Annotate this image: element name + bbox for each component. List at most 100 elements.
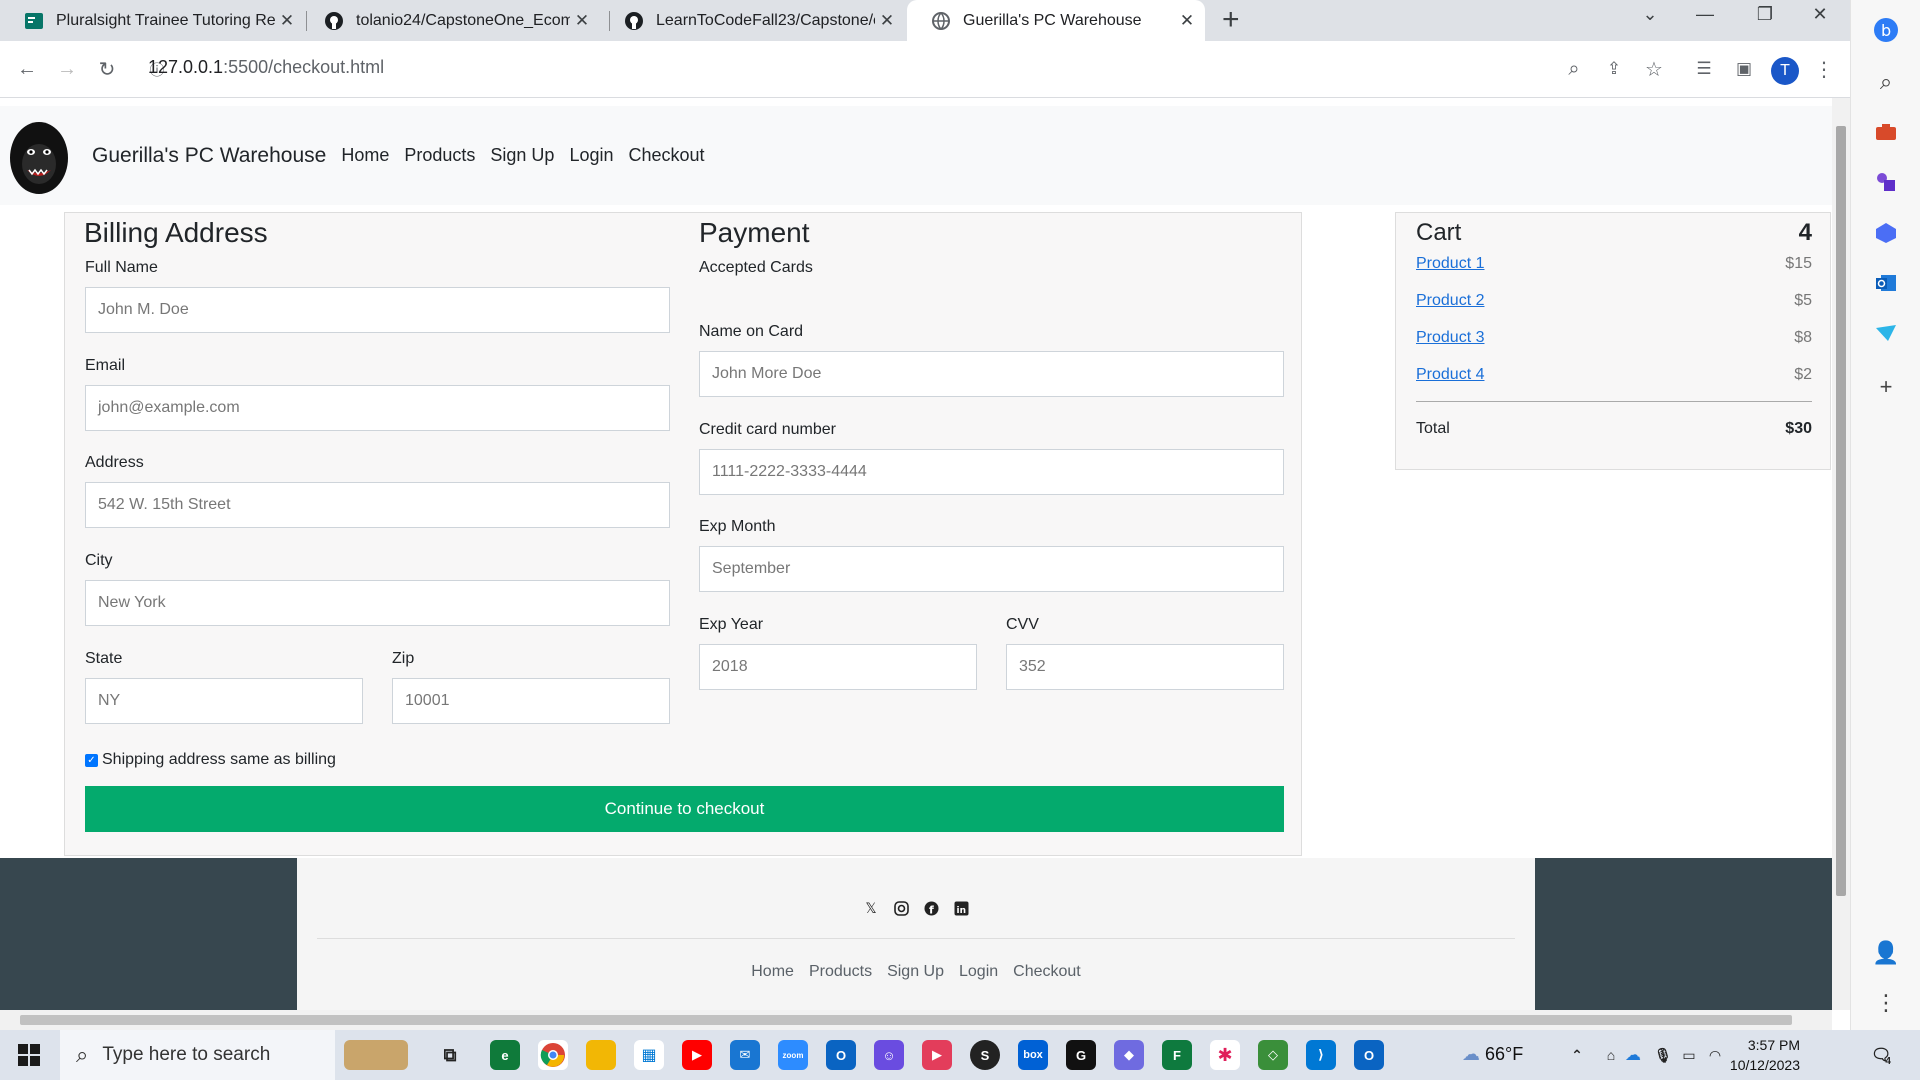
taskbar-search[interactable]: ⌕ Type here to search [60,1030,335,1080]
cvv-input[interactable]: 352 [1006,644,1284,690]
shipping-same-checkbox[interactable]: ✓ Shipping address same as billing [85,751,336,769]
send-icon[interactable] [1871,318,1901,348]
nav-signup[interactable]: Sign Up [490,145,554,166]
linkedin-icon[interactable]: in [953,900,969,916]
nav-products[interactable]: Products [404,145,475,166]
back-arrow-icon[interactable]: ← [13,55,41,83]
outlook-icon[interactable]: O [826,1040,856,1070]
menu-kebab-icon[interactable]: ⋮ [1810,55,1838,83]
card-number-input[interactable]: 1111-2222-3333-4444 [699,449,1284,495]
tools-icon[interactable] [1871,117,1901,147]
add-icon[interactable]: + [1871,372,1901,402]
minimize-button[interactable]: — [1685,4,1725,25]
continue-to-checkout-button[interactable]: Continue to checkout [85,786,1284,832]
name-on-card-input[interactable]: John More Doe [699,351,1284,397]
tab-pluralsight[interactable]: Pluralsight Trainee Tutoring Req ✕ [0,0,305,41]
new-tab-button[interactable]: + [1222,4,1240,36]
footer-link-checkout[interactable]: Checkout [1013,963,1081,981]
restore-button[interactable]: ❐ [1745,4,1785,25]
youtube-icon[interactable]: ▶ [682,1040,712,1070]
git-icon[interactable]: ◇ [1258,1040,1288,1070]
cart-item-link[interactable]: Product 2 [1416,292,1484,310]
zoom-icon[interactable]: zoom [778,1040,808,1070]
mail-icon[interactable]: ✉ [730,1040,760,1070]
exp-month-input[interactable]: September [699,546,1284,592]
footer-link-products[interactable]: Products [809,963,872,981]
email-input[interactable]: john@example.com [85,385,670,431]
nav-home[interactable]: Home [341,145,389,166]
full-name-input[interactable]: John M. Doe [85,287,670,333]
address-input[interactable]: 542 W. 15th Street [85,482,670,528]
cart-item-link[interactable]: Product 4 [1416,366,1484,384]
notifications-icon[interactable]: 🗨 4 [1866,1040,1896,1070]
news-widget-icon[interactable] [344,1040,408,1070]
instagram-icon[interactable] [893,900,909,916]
close-icon[interactable]: ✕ [570,11,594,31]
footer-link-login[interactable]: Login [959,963,998,981]
city-input[interactable]: New York [85,580,670,626]
skype-s-icon[interactable]: S [970,1040,1000,1070]
tab-guerillas[interactable]: Guerilla's PC Warehouse ✕ [907,0,1205,41]
store-icon[interactable]: ▦ [634,1040,664,1070]
reading-list-icon[interactable]: ☰ [1690,55,1718,83]
box-icon[interactable]: box [1018,1040,1048,1070]
outlook-icon[interactable] [1871,268,1901,298]
weather-widget[interactable]: ☁ 66°F [1462,1044,1523,1065]
system-clock[interactable]: 3:57 PM 10/12/2023 [1724,1035,1800,1075]
horizontal-scrollbar[interactable] [0,1010,1832,1030]
task-view-icon[interactable]: ⧉ [435,1040,465,1070]
office-icon[interactable] [1871,218,1901,248]
windows-start-icon[interactable] [14,1040,44,1070]
media-player-icon[interactable]: ▶ [922,1040,952,1070]
slack-icon[interactable]: ✱ [1210,1040,1240,1070]
state-input[interactable]: NY [85,678,363,724]
tab-capstoneone[interactable]: tolanio24/CapstoneOne_Ecomm ✕ [300,0,600,41]
scrollbar-thumb[interactable] [20,1015,1792,1025]
scrollbar-thumb[interactable] [1836,126,1846,896]
g-app-icon[interactable]: G [1066,1040,1096,1070]
reload-icon[interactable]: ↻ [93,55,121,83]
site-brand[interactable]: Guerilla's PC Warehouse [92,144,326,168]
zip-input[interactable]: 10001 [392,678,670,724]
share-icon[interactable]: ⇪ [1600,55,1628,83]
file-explorer-icon[interactable] [586,1040,616,1070]
settings-kebab-icon[interactable]: ⋮ [1871,988,1901,1018]
side-panel-icon[interactable]: ▣ [1730,55,1758,83]
close-icon[interactable]: ✕ [275,11,299,31]
chrome-icon[interactable] [538,1040,568,1070]
edge-icon[interactable]: e [490,1040,520,1070]
nav-checkout[interactable]: Checkout [628,145,704,166]
close-icon[interactable]: ✕ [875,11,899,31]
footer-link-home[interactable]: Home [751,963,794,981]
footer-link-signup[interactable]: Sign Up [887,963,944,981]
cart-item-link[interactable]: Product 1 [1416,255,1484,273]
tray-chevron-icon[interactable]: ⌃ [1562,1040,1592,1070]
search-icon[interactable]: ⌕ [1871,67,1901,97]
address-bar[interactable]: 127.0.0.1:5500/checkout.html [148,57,384,78]
nav-login[interactable]: Login [569,145,613,166]
outlook-new-icon[interactable]: O [1354,1040,1384,1070]
tab-search-chevron-icon[interactable]: ⌄ [1630,4,1670,25]
user-icon[interactable]: 👤 [1871,938,1901,968]
cart-item-link[interactable]: Product 3 [1416,329,1484,347]
facebook-icon[interactable]: f [923,900,939,916]
vscode-icon[interactable]: ⟩ [1306,1040,1336,1070]
close-icon[interactable]: ✕ [1175,11,1199,31]
tab-learntocode[interactable]: LearnToCodeFall23/Capstone/ca ✕ [600,0,905,41]
onedrive-icon[interactable]: ☁ [1618,1040,1648,1070]
bing-icon[interactable]: b [1871,15,1901,45]
forward-arrow-icon[interactable]: → [53,55,81,83]
x-icon[interactable]: 𝕏 [863,900,879,916]
exp-year-input[interactable]: 2018 [699,644,977,690]
dev-app-icon[interactable]: ◆ [1114,1040,1144,1070]
discord-icon[interactable]: ☺ [874,1040,904,1070]
forms-icon[interactable]: F [1162,1040,1192,1070]
zoom-icon[interactable]: ⌕ [1560,55,1588,83]
close-window-button[interactable]: ✕ [1800,4,1840,25]
checkbox-checked-icon[interactable]: ✓ [85,753,98,767]
bookmark-star-icon[interactable]: ☆ [1640,55,1668,83]
profile-avatar[interactable]: T [1771,57,1799,85]
gorilla-logo-icon[interactable] [9,116,69,196]
games-icon[interactable] [1871,167,1901,197]
vertical-scrollbar[interactable] [1832,98,1850,1010]
